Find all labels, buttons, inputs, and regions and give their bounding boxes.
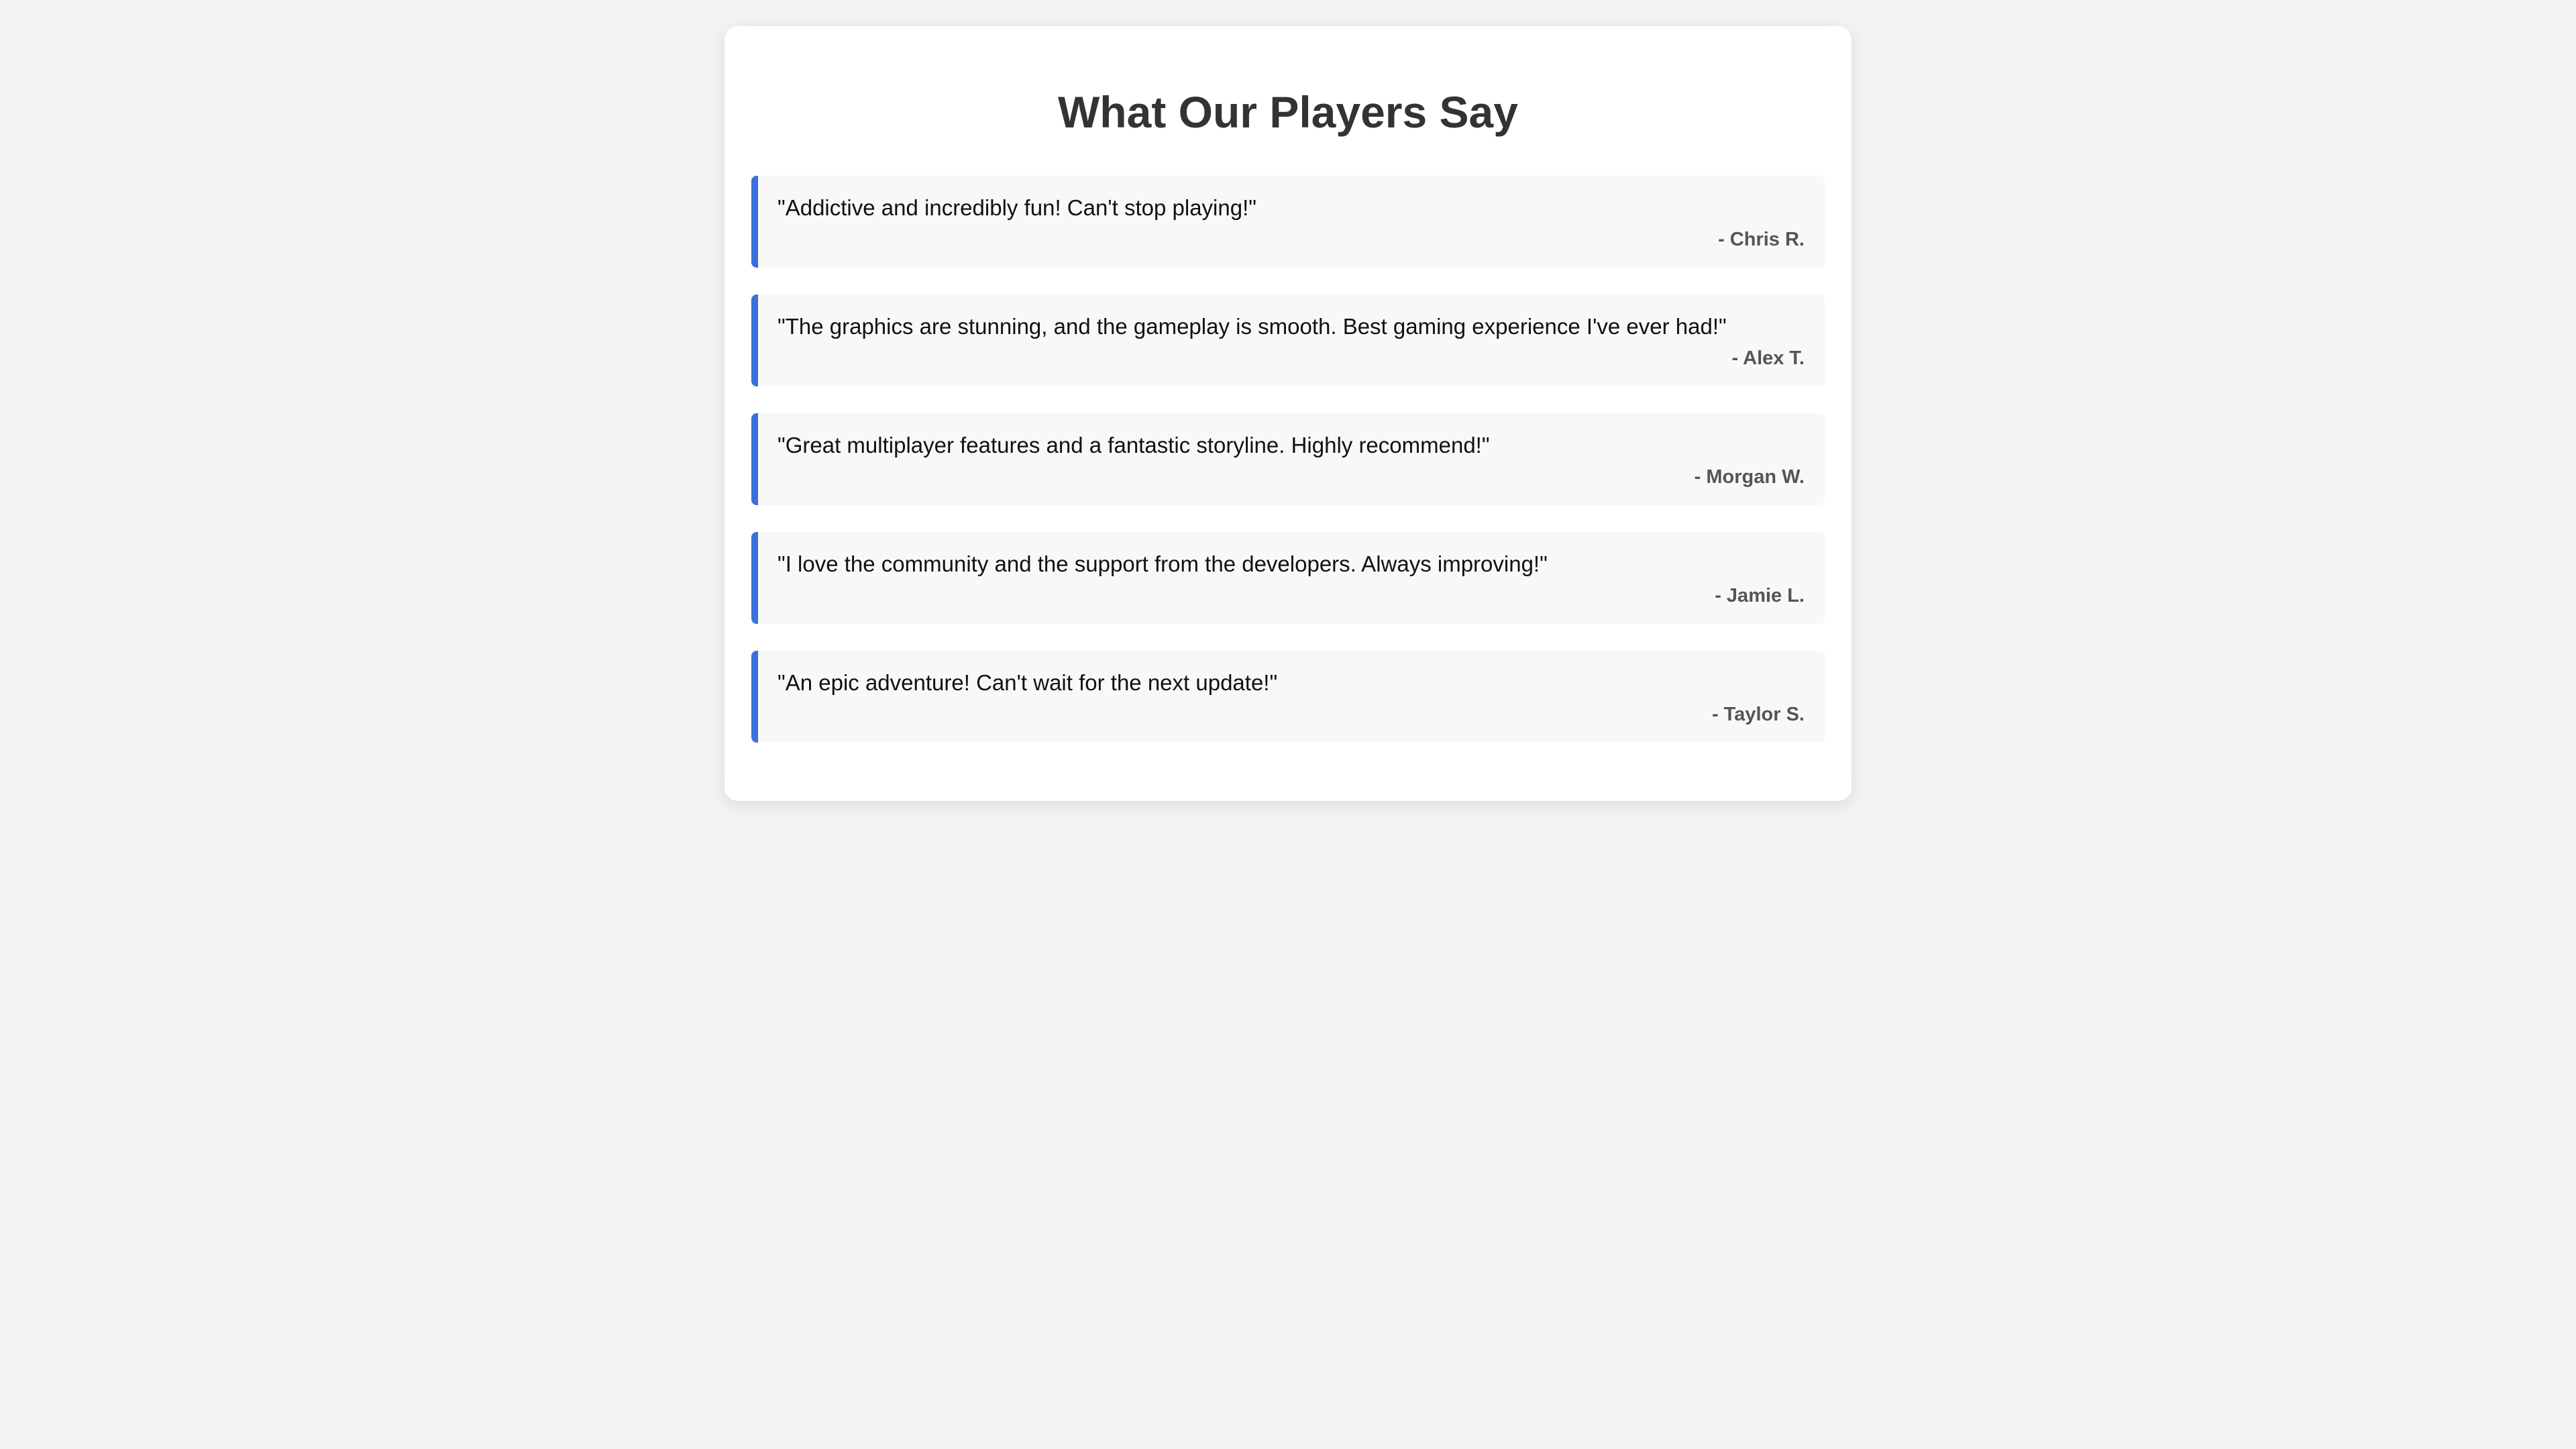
testimonial-item: "The graphics are stunning, and the game… bbox=[751, 294, 1825, 386]
testimonial-quote: "I love the community and the support fr… bbox=[777, 551, 1548, 576]
testimonial-quote: "Great multiplayer features and a fantas… bbox=[777, 433, 1490, 458]
testimonial-author: - Alex T. bbox=[1731, 347, 1805, 369]
testimonial-quote: "An epic adventure! Can't wait for the n… bbox=[777, 670, 1278, 695]
testimonial-author: - Jamie L. bbox=[1715, 585, 1805, 606]
testimonial-item: "Addictive and incredibly fun! Can't sto… bbox=[751, 176, 1825, 268]
testimonial-quote: "Addictive and incredibly fun! Can't sto… bbox=[777, 195, 1256, 220]
testimonial-list: "Addictive and incredibly fun! Can't sto… bbox=[751, 176, 1825, 743]
testimonial-item: "An epic adventure! Can't wait for the n… bbox=[751, 651, 1825, 743]
testimonial-item: "Great multiplayer features and a fantas… bbox=[751, 413, 1825, 505]
testimonial-author: - Morgan W. bbox=[1694, 466, 1805, 488]
testimonial-author: - Taylor S. bbox=[1711, 704, 1805, 725]
testimonial-item: "I love the community and the support fr… bbox=[751, 532, 1825, 624]
testimonial-author: - Chris R. bbox=[1718, 229, 1805, 250]
testimonial-quote: "The graphics are stunning, and the game… bbox=[777, 314, 1727, 339]
page-title: What Our Players Say bbox=[1058, 87, 1518, 137]
testimonials-card: What Our Players Say "Addictive and incr… bbox=[724, 26, 1851, 801]
